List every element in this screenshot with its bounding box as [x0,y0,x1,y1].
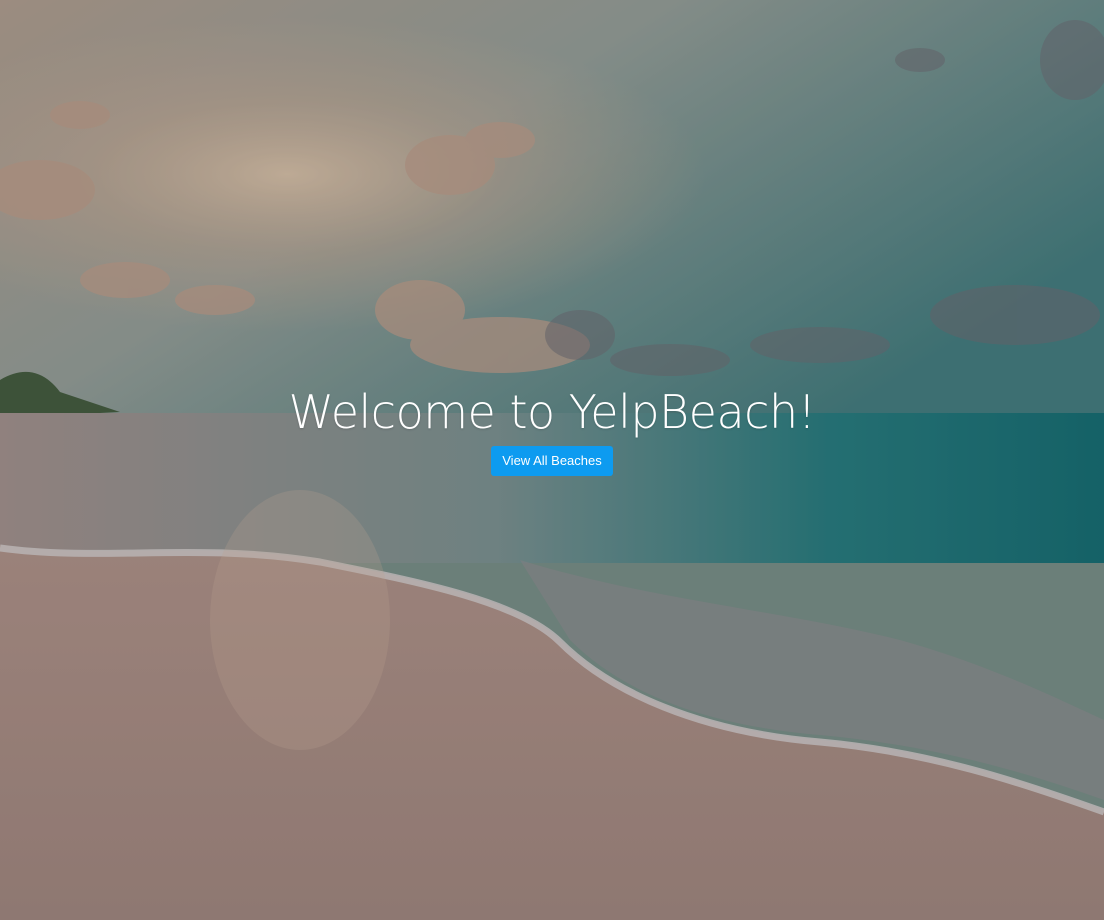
page-title: Welcome to YelpBeach! [288,385,816,439]
hero-content: Welcome to YelpBeach! View All Beaches [0,384,1104,476]
view-all-beaches-button[interactable]: View All Beaches [491,446,613,476]
hero-section: Welcome to YelpBeach! View All Beaches [0,0,1104,920]
